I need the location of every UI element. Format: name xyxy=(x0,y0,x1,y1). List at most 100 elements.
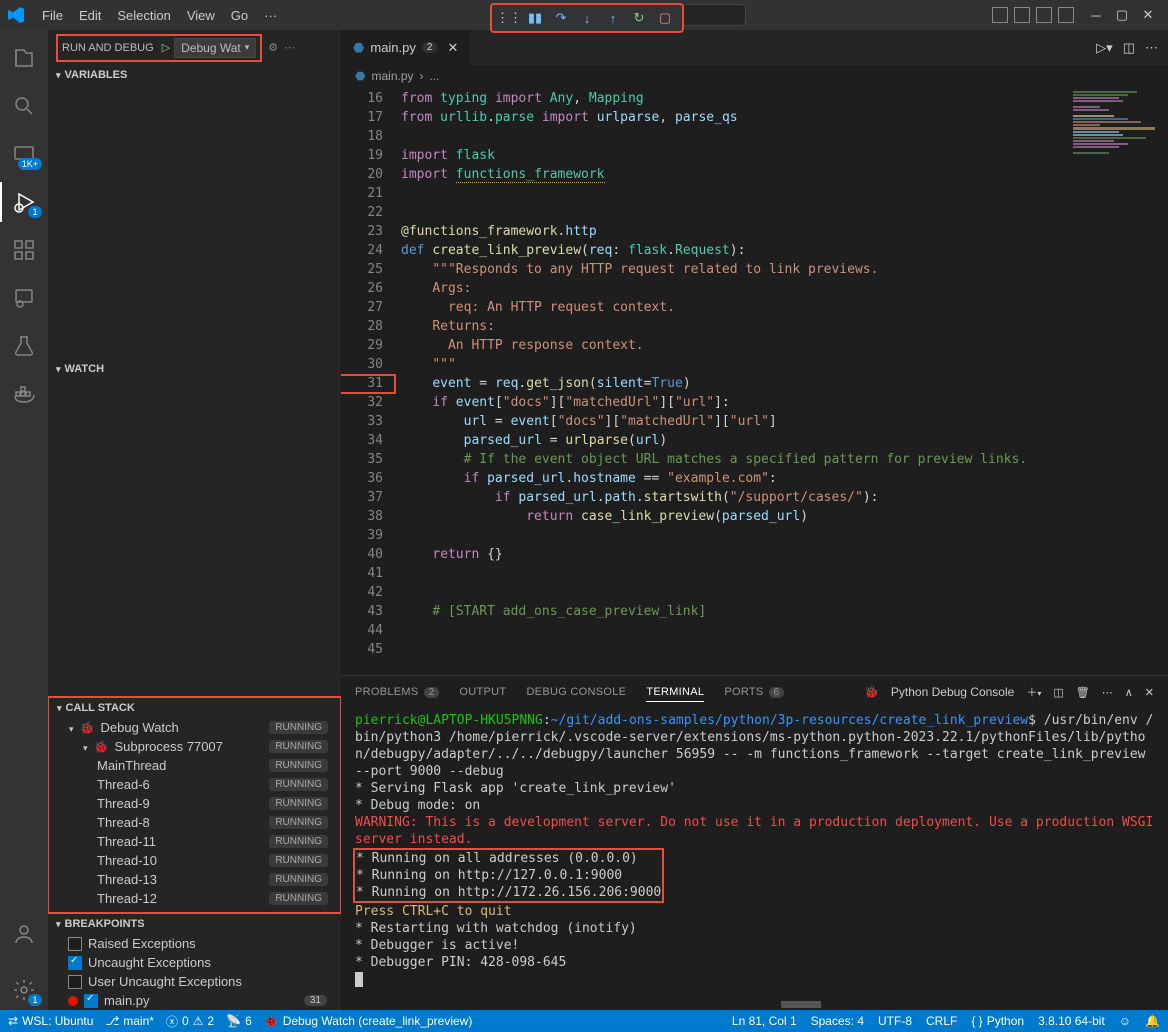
menu-view[interactable]: View xyxy=(179,8,223,23)
accounts-icon[interactable] xyxy=(0,914,48,954)
sb-remote[interactable]: ⇄WSL: Ubuntu xyxy=(8,1014,93,1028)
split-terminal-icon[interactable]: ◫ xyxy=(1053,686,1063,699)
callstack-thread[interactable]: Thread-9RUNNING xyxy=(49,794,340,813)
pause-icon[interactable]: ▮▮ xyxy=(524,7,546,29)
python-file-icon: ⬣ xyxy=(353,40,364,56)
sb-ports[interactable]: 📡6 xyxy=(226,1014,252,1028)
breakpoints-header[interactable]: BREAKPOINTS xyxy=(48,914,341,934)
tab-output[interactable]: OUTPUT xyxy=(459,686,506,698)
sidebar: RUN AND DEBUG ▷ Debug Wat▾ ⚙ ⋯ VARIABLES… xyxy=(48,30,341,1010)
sb-spaces[interactable]: Spaces: 4 xyxy=(811,1014,864,1028)
sb-branch[interactable]: ⎇main* xyxy=(105,1014,154,1028)
editor-area: ⬣ main.py 2 ✕ ▷▾ ◫ ⋯ ⬣ main.py›... 16171… xyxy=(341,30,1168,1010)
menu-file[interactable]: File xyxy=(34,8,71,23)
restart-icon[interactable]: ↻ xyxy=(628,7,650,29)
layout-icon-3[interactable] xyxy=(1036,7,1052,23)
docker-icon[interactable] xyxy=(0,374,48,414)
more-icon[interactable]: ⋯ xyxy=(1102,686,1113,699)
error-icon: ⓧ xyxy=(166,1013,178,1030)
activity-bar: 1K+ 1 1 xyxy=(0,30,48,1010)
search-icon[interactable] xyxy=(0,86,48,126)
tab-ports[interactable]: PORTS6 xyxy=(724,686,784,698)
bug-icon: 🐞 xyxy=(80,721,95,735)
bp-user-uncaught[interactable]: User Uncaught Exceptions xyxy=(48,972,341,991)
callstack-thread[interactable]: Thread-8RUNNING xyxy=(49,813,340,832)
remote-icon[interactable] xyxy=(0,278,48,318)
watch-header[interactable]: WATCH xyxy=(48,355,341,383)
new-terminal-icon[interactable]: ＋▾ xyxy=(1026,684,1041,700)
sb-position[interactable]: Ln 81, Col 1 xyxy=(732,1014,797,1028)
window-minimize[interactable]: ─ xyxy=(1084,3,1108,27)
editor-tabs: ⬣ main.py 2 ✕ ▷▾ ◫ ⋯ xyxy=(341,30,1168,65)
callstack-thread[interactable]: Thread-10RUNNING xyxy=(49,851,340,870)
tab-main-py[interactable]: ⬣ main.py 2 ✕ xyxy=(341,30,471,65)
window-maximize[interactable]: ▢ xyxy=(1110,3,1134,27)
sb-feedback-icon[interactable]: ☺ xyxy=(1119,1014,1131,1028)
sb-debug[interactable]: 🐞Debug Watch (create_link_preview) xyxy=(264,1014,473,1028)
callstack-thread[interactable]: Thread-11RUNNING xyxy=(49,832,340,851)
window-close[interactable]: ✕ xyxy=(1136,3,1160,27)
code-editor[interactable]: 1617181920212223242526272829303132333435… xyxy=(341,87,1168,675)
callstack-subprocess[interactable]: 🐞Subprocess 77007RUNNING xyxy=(49,737,340,756)
antenna-icon: 📡 xyxy=(226,1014,241,1028)
maximize-panel-icon[interactable]: ∧ xyxy=(1125,686,1133,699)
callstack-thread[interactable]: Thread-13RUNNING xyxy=(49,870,340,889)
bp-uncaught[interactable]: Uncaught Exceptions xyxy=(48,953,341,972)
menu-more[interactable]: ··· xyxy=(256,8,285,23)
split-icon[interactable]: ◫ xyxy=(1123,40,1135,56)
menu-go[interactable]: Go xyxy=(223,8,256,23)
callstack-thread[interactable]: Thread-6RUNNING xyxy=(49,775,340,794)
debug-config-dropdown[interactable]: Debug Wat▾ xyxy=(174,38,256,58)
sb-encoding[interactable]: UTF-8 xyxy=(878,1014,912,1028)
sb-language[interactable]: { }Python xyxy=(971,1014,1024,1028)
tab-debug-console[interactable]: DEBUG CONSOLE xyxy=(526,686,626,698)
start-debug-icon[interactable]: ▷ xyxy=(162,41,170,54)
debug-icon: 🐞 xyxy=(864,685,879,699)
sb-python[interactable]: 3.8.10 64-bit xyxy=(1038,1014,1105,1028)
breadcrumb[interactable]: ⬣ main.py›... xyxy=(341,65,1168,87)
run-debug-icon[interactable]: 1 xyxy=(0,182,48,222)
bp-file[interactable]: main.py31 xyxy=(48,991,341,1010)
bug-icon: 🐞 xyxy=(94,740,109,754)
vscode-logo xyxy=(8,7,24,23)
run-icon[interactable]: ▷▾ xyxy=(1096,40,1113,56)
layout-icon-2[interactable] xyxy=(1014,7,1030,23)
drag-handle-icon[interactable]: ⋮⋮ xyxy=(498,7,520,29)
status-bar: ⇄WSL: Ubuntu ⎇main* ⓧ0 ⚠2 📡6 🐞Debug Watc… xyxy=(0,1010,1168,1032)
terminal-body[interactable]: pierrick@LAPTOP-HKU5PNNG:~/git/add-ons-s… xyxy=(341,708,1168,1010)
sb-bell-icon[interactable]: 🔔 xyxy=(1145,1014,1160,1028)
gear-icon[interactable]: ⚙ xyxy=(268,41,278,54)
kill-terminal-icon[interactable]: 🗑 xyxy=(1076,686,1090,699)
stop-icon[interactable]: ▢ xyxy=(654,7,676,29)
testing-icon[interactable] xyxy=(0,326,48,366)
remote-explorer-icon[interactable]: 1K+ xyxy=(0,134,48,174)
layout-icon-1[interactable] xyxy=(992,7,1008,23)
extensions-icon[interactable] xyxy=(0,230,48,270)
minimap[interactable] xyxy=(1068,87,1168,675)
terminal-cursor xyxy=(355,972,363,987)
tab-problems[interactable]: PROBLEMS2 xyxy=(355,686,439,698)
menu-edit[interactable]: Edit xyxy=(71,8,109,23)
variables-header[interactable]: VARIABLES xyxy=(48,65,341,85)
step-over-icon[interactable]: ↷ xyxy=(550,7,572,29)
settings-icon[interactable]: 1 xyxy=(0,970,48,1010)
explorer-icon[interactable] xyxy=(0,38,48,78)
menu-selection[interactable]: Selection xyxy=(109,8,178,23)
layout-icon-4[interactable] xyxy=(1058,7,1074,23)
callstack-header[interactable]: CALL STACK xyxy=(49,698,340,718)
more-icon[interactable]: ⋯ xyxy=(284,41,295,54)
sb-eol[interactable]: CRLF xyxy=(926,1014,957,1028)
more-icon[interactable]: ⋯ xyxy=(1145,40,1158,56)
close-icon[interactable]: ✕ xyxy=(447,40,458,56)
step-into-icon[interactable]: ↓ xyxy=(576,7,598,29)
close-panel-icon[interactable]: ✕ xyxy=(1145,686,1154,699)
callstack-thread[interactable]: MainThreadRUNNING xyxy=(49,756,340,775)
callstack-thread[interactable]: Thread-12RUNNING xyxy=(49,889,340,908)
sb-problems[interactable]: ⓧ0 ⚠2 xyxy=(166,1013,214,1030)
terminal-scrollbar[interactable] xyxy=(781,1001,821,1008)
bp-raised[interactable]: Raised Exceptions xyxy=(48,934,341,953)
step-out-icon[interactable]: ↑ xyxy=(602,7,624,29)
callstack-root[interactable]: 🐞Debug WatchRUNNING xyxy=(49,718,340,737)
remote-icon: ⇄ xyxy=(8,1014,18,1028)
tab-terminal[interactable]: TERMINAL xyxy=(646,686,704,702)
